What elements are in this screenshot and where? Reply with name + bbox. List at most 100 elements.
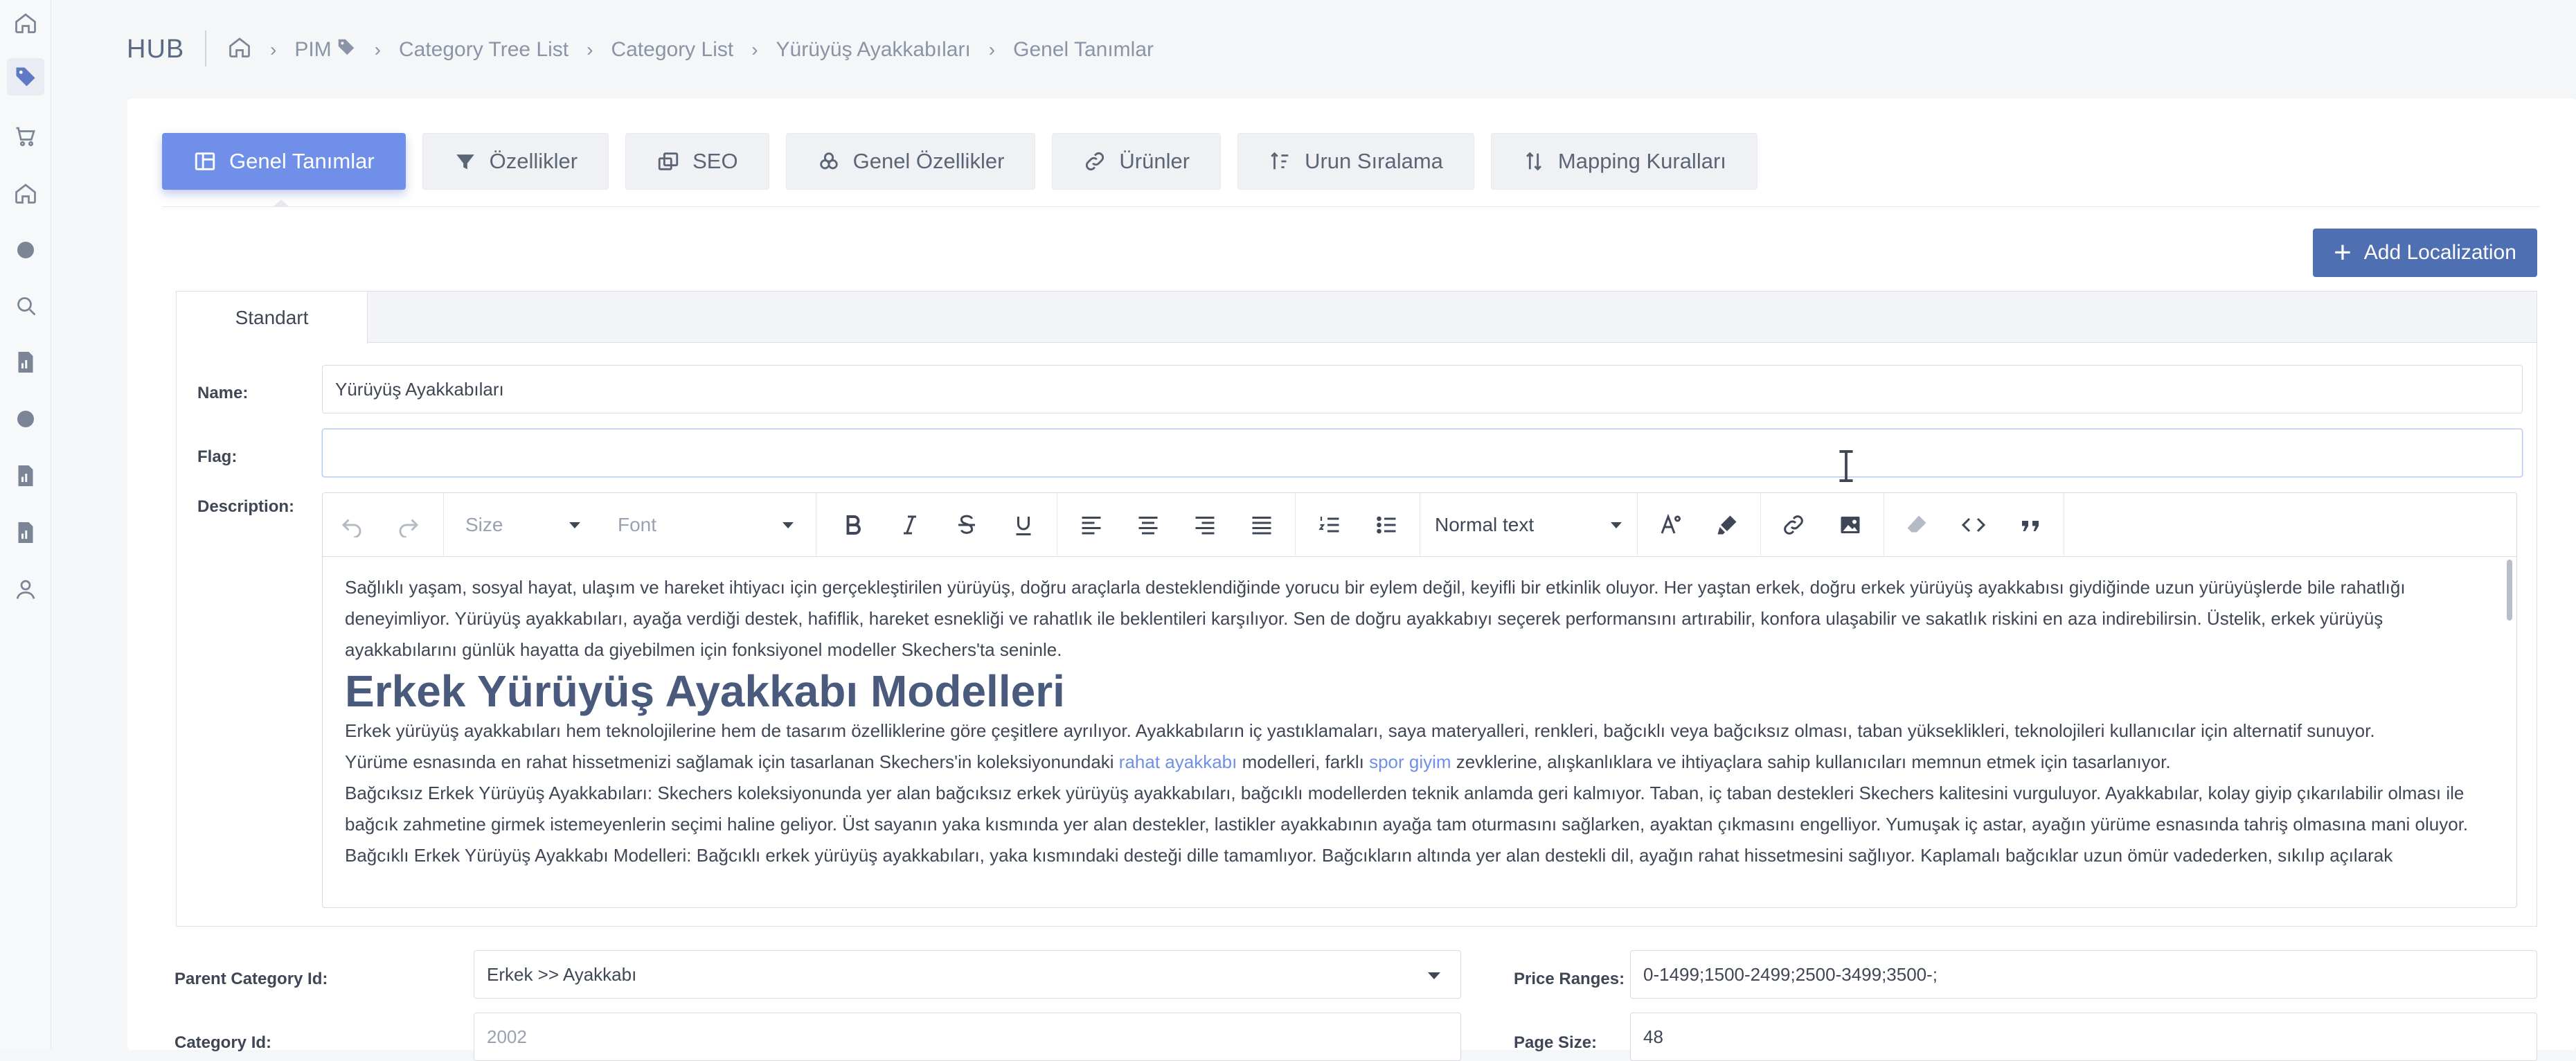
tab-urun-siralama[interactable]: Urun Sıralama (1237, 133, 1474, 190)
ordered-list-icon[interactable] (1313, 508, 1346, 542)
breadcrumb-chevron-icon: › (587, 39, 593, 60)
name-input[interactable]: Yürüyüş Ayakkabıları (322, 365, 2523, 413)
report-icon[interactable] (7, 344, 44, 381)
tab-divider (162, 206, 2540, 207)
localization-tabs: Standart (177, 292, 2537, 344)
underline-icon[interactable] (1007, 508, 1040, 542)
price-ranges-label: Price Ranges: (1514, 970, 1625, 988)
description-paragraph: Erkek yürüyüş ayakkabıları hem teknoloji… (345, 720, 2375, 741)
brand-divider (205, 30, 206, 66)
editor-toolbar: Size Font Normal text (323, 493, 2516, 557)
chevron-down-icon (1611, 522, 1622, 528)
name-label: Name: (197, 384, 249, 402)
sort-icon (1271, 152, 1289, 170)
breadcrumb-tag-icon (336, 37, 357, 63)
tab-genel-ozellikler[interactable]: Genel Özellikler (785, 133, 1036, 190)
code-icon[interactable] (1957, 508, 1990, 542)
spor-giyim-link[interactable]: spor giyim (1369, 751, 1451, 772)
search-icon[interactable] (7, 287, 44, 324)
eraser-icon[interactable] (1900, 508, 1933, 542)
flag-input[interactable] (322, 429, 2523, 477)
home-icon[interactable] (7, 175, 44, 212)
highlight-icon[interactable] (1710, 508, 1744, 542)
parent-category-select[interactable]: Erkek >> Ayakkabı (474, 950, 1461, 999)
toolbar-divider (1637, 493, 1638, 557)
chevron-down-icon (1428, 972, 1440, 979)
user-icon[interactable] (7, 571, 44, 608)
link-icon[interactable] (1777, 508, 1810, 542)
toolbar-divider (443, 493, 444, 557)
category-id-input[interactable]: 2002 (474, 1013, 1461, 1061)
chevron-down-icon (569, 522, 580, 528)
italic-icon[interactable] (893, 508, 927, 542)
price-ranges-input[interactable]: 0-1499;1500-2499;2500-3499;3500-; (1630, 950, 2537, 999)
font-size-select[interactable]: Size (465, 508, 580, 542)
breadcrumb-category-list[interactable]: Category List (611, 38, 733, 62)
breadcrumb-chevron-icon: › (270, 39, 277, 60)
cart-icon[interactable] (7, 118, 44, 155)
copy-icon (658, 152, 679, 170)
breadcrumb-chevron-icon: › (374, 39, 381, 60)
tag-icon[interactable] (7, 58, 44, 96)
add-localization-button[interactable]: + Add Localization (2313, 229, 2537, 277)
breadcrumb: › PIM › Category Tree List › Category Li… (227, 35, 1154, 65)
main-panel: Genel Tanımlar Özellikler SEO Genel Özel… (127, 98, 2576, 1061)
circle-icon[interactable] (7, 400, 44, 438)
tab-genel-tanimlar[interactable]: Genel Tanımlar (162, 133, 406, 190)
description-paragraph: Bağcıklı Erkek Yürüyüş Ayakkabı Modeller… (345, 845, 2393, 866)
undo-icon[interactable] (335, 508, 368, 542)
rahat-ayakkabi-link[interactable]: rahat ayakkabı (1119, 751, 1237, 772)
align-left-icon[interactable] (1075, 508, 1108, 542)
breadcrumb-current: Genel Tanımlar (1013, 38, 1154, 61)
description-editor: Size Font Normal text Sağlıklı yaşam, so… (322, 492, 2517, 908)
plus-icon: + (2334, 235, 2352, 269)
editor-content[interactable]: Sağlıklı yaşam, sosyal hayat, ulaşım ve … (323, 557, 2504, 907)
breadcrumb-chevron-icon: › (988, 39, 996, 60)
tab-mapping-kurallari[interactable]: Mapping Kuralları (1490, 133, 1757, 190)
flag-label: Flag: (197, 447, 238, 466)
breadcrumb-home-icon[interactable] (227, 35, 252, 65)
circle-icon[interactable] (7, 231, 44, 269)
text-color-icon[interactable] (1654, 508, 1687, 542)
description-heading: Erkek Yürüyüş Ayakkabı Modelleri (345, 666, 1065, 716)
tab-bar: Genel Tanımlar Özellikler SEO Genel Özel… (162, 133, 1757, 190)
description-paragraph: Sağlıklı yaşam, sosyal hayat, ulaşım ve … (345, 577, 2406, 660)
toolbar-divider (1760, 493, 1761, 557)
sort-arrows-icon (1526, 152, 1541, 171)
bold-icon[interactable] (837, 508, 870, 542)
shapes-icon (819, 152, 838, 170)
quote-icon[interactable] (2014, 508, 2047, 542)
align-justify-icon[interactable] (1245, 508, 1278, 542)
description-label: Description: (197, 497, 295, 516)
tab-ozellikler[interactable]: Özellikler (422, 133, 609, 190)
localization-panel: Standart Name: Yürüyüş Ayakkabıları Flag… (176, 291, 2537, 927)
home-icon[interactable] (7, 4, 44, 42)
align-right-icon[interactable] (1188, 508, 1222, 542)
breadcrumb-chevron-icon: › (751, 39, 758, 60)
tab-seo[interactable]: SEO (625, 133, 769, 190)
link-icon (1086, 152, 1104, 171)
editor-scrollbar[interactable] (2507, 560, 2512, 621)
redo-icon[interactable] (392, 508, 425, 542)
filter-icon (456, 154, 474, 170)
brand-logo[interactable]: HUB (127, 35, 184, 64)
breadcrumb-category[interactable]: Yürüyüş Ayakkabıları (776, 38, 971, 62)
layout-icon (195, 152, 215, 170)
parent-category-label: Parent Category Id: (175, 970, 328, 988)
report-icon[interactable] (7, 457, 44, 494)
strikethrough-icon[interactable] (950, 508, 983, 542)
block-type-select[interactable]: Normal text (1435, 508, 1622, 542)
image-icon[interactable] (1834, 508, 1867, 542)
tab-standart[interactable]: Standart (177, 292, 368, 344)
tab-urunler[interactable]: Ürünler (1052, 133, 1222, 190)
breadcrumb-pim[interactable]: PIM (294, 38, 331, 62)
report-icon[interactable] (7, 514, 44, 551)
description-paragraph: Yürüme esnasında en rahat hissetmenizi s… (345, 751, 2171, 772)
description-paragraph: Bağcıksız Erkek Yürüyüş Ayakkabıları: Sk… (345, 783, 2469, 835)
page-size-input[interactable]: 48 (1630, 1013, 2537, 1061)
breadcrumb-category-tree-list[interactable]: Category Tree List (399, 38, 569, 62)
chevron-down-icon (782, 522, 794, 528)
font-family-select[interactable]: Font (618, 508, 794, 542)
bullet-list-icon[interactable] (1370, 508, 1403, 542)
align-center-icon[interactable] (1132, 508, 1165, 542)
